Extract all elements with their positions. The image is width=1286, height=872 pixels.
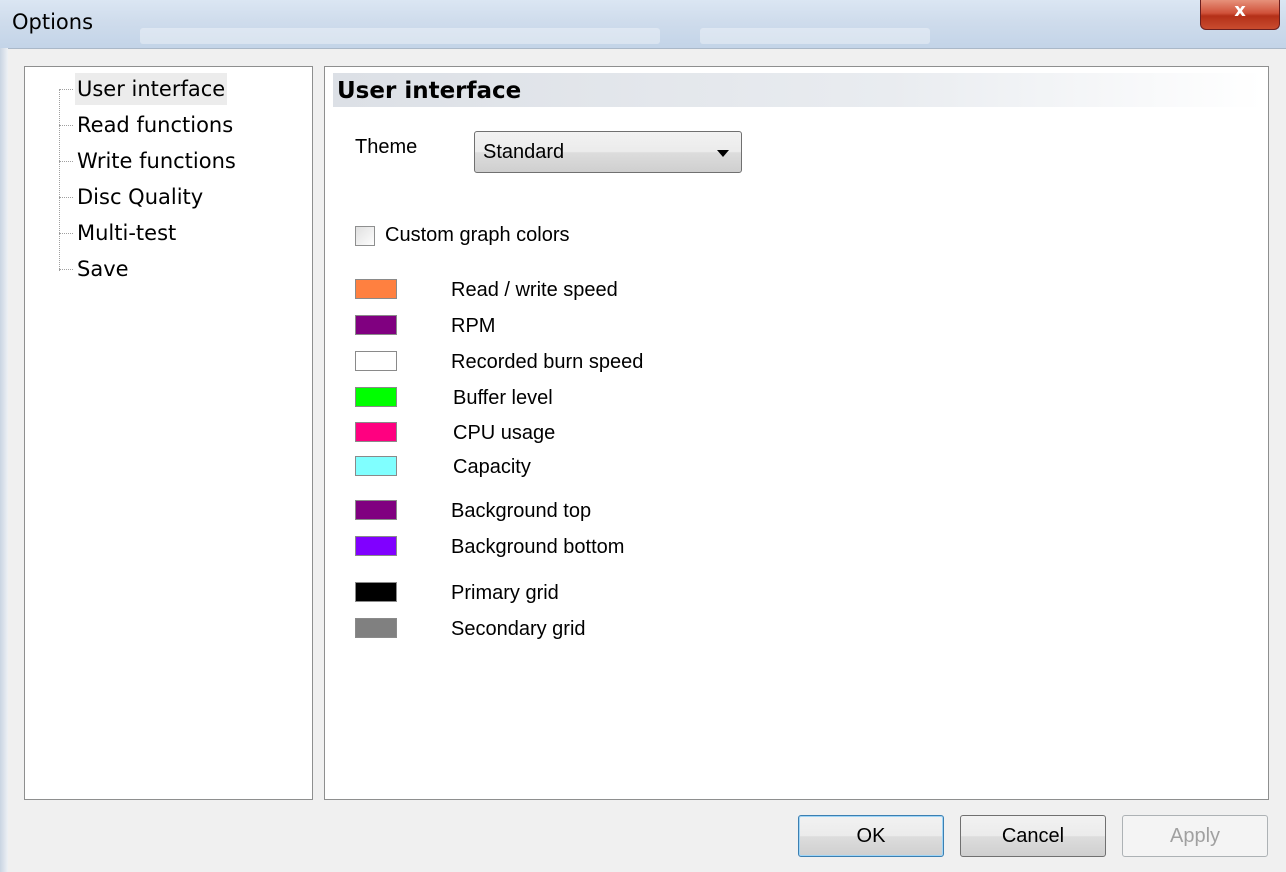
theme-selected-value: Standard — [483, 141, 565, 163]
tree-connector — [59, 233, 73, 234]
rpm-swatch[interactable] — [355, 315, 397, 335]
buffer-level-label: Buffer level — [453, 387, 553, 409]
read-write-speed-label: Read / write speed — [451, 279, 618, 301]
chevron-down-icon — [717, 150, 729, 157]
section-title: User interface — [337, 78, 522, 104]
tree-connector — [59, 269, 73, 270]
background-bottom-swatch[interactable] — [355, 536, 397, 556]
window-frame-edge — [0, 48, 8, 872]
theme-dropdown[interactable]: Standard — [474, 131, 742, 173]
recorded-burn-speed-label: Recorded burn speed — [451, 351, 644, 373]
rpm-label: RPM — [451, 315, 496, 337]
tree-item-user-interface[interactable]: User interface — [75, 73, 228, 105]
cpu-usage-label: CPU usage — [453, 422, 556, 444]
recorded-burn-speed-swatch[interactable] — [355, 351, 397, 371]
read-write-speed-swatch[interactable] — [355, 279, 397, 299]
background-bottom-label: Background bottom — [451, 536, 625, 558]
background-top-swatch[interactable] — [355, 500, 397, 520]
capacity-swatch[interactable] — [355, 456, 397, 476]
tree-connector — [59, 125, 73, 126]
options-tree: User interface Read functions Write func… — [24, 66, 313, 800]
background-blur — [140, 28, 660, 44]
secondary-grid-label: Secondary grid — [451, 618, 586, 640]
user-interface-panel: User interface Theme Standard Custom gra… — [324, 66, 1269, 800]
custom-graph-colors-label[interactable]: Custom graph colors — [385, 224, 570, 247]
cancel-button[interactable]: Cancel — [960, 815, 1106, 857]
section-header: User interface — [333, 73, 1263, 107]
primary-grid-swatch[interactable] — [355, 582, 397, 602]
tree-item-multi-test[interactable]: Multi-test — [75, 217, 178, 249]
primary-grid-label: Primary grid — [451, 582, 559, 604]
custom-graph-colors-checkbox[interactable] — [355, 226, 375, 246]
tree-item-save[interactable]: Save — [75, 253, 131, 285]
close-button[interactable]: x — [1200, 0, 1280, 30]
tree-item-disc-quality[interactable]: Disc Quality — [75, 181, 205, 213]
close-icon: x — [1234, 0, 1246, 21]
title-bar: Options x — [0, 0, 1286, 49]
window-title: Options — [12, 10, 94, 34]
background-blur-2 — [700, 28, 930, 44]
background-top-label: Background top — [451, 500, 592, 522]
tree-item-write-functions[interactable]: Write functions — [75, 145, 238, 177]
buffer-level-swatch[interactable] — [355, 387, 397, 407]
theme-label: Theme — [355, 136, 418, 158]
capacity-label: Capacity — [453, 456, 531, 478]
tree-item-read-functions[interactable]: Read functions — [75, 109, 235, 141]
ok-button[interactable]: OK — [798, 815, 944, 857]
tree-connector — [59, 89, 60, 271]
tree-connector — [59, 197, 73, 198]
tree-connector — [59, 89, 73, 90]
secondary-grid-swatch[interactable] — [355, 618, 397, 638]
cpu-usage-swatch[interactable] — [355, 422, 397, 442]
tree-connector — [59, 161, 73, 162]
apply-button[interactable]: Apply — [1122, 815, 1268, 857]
